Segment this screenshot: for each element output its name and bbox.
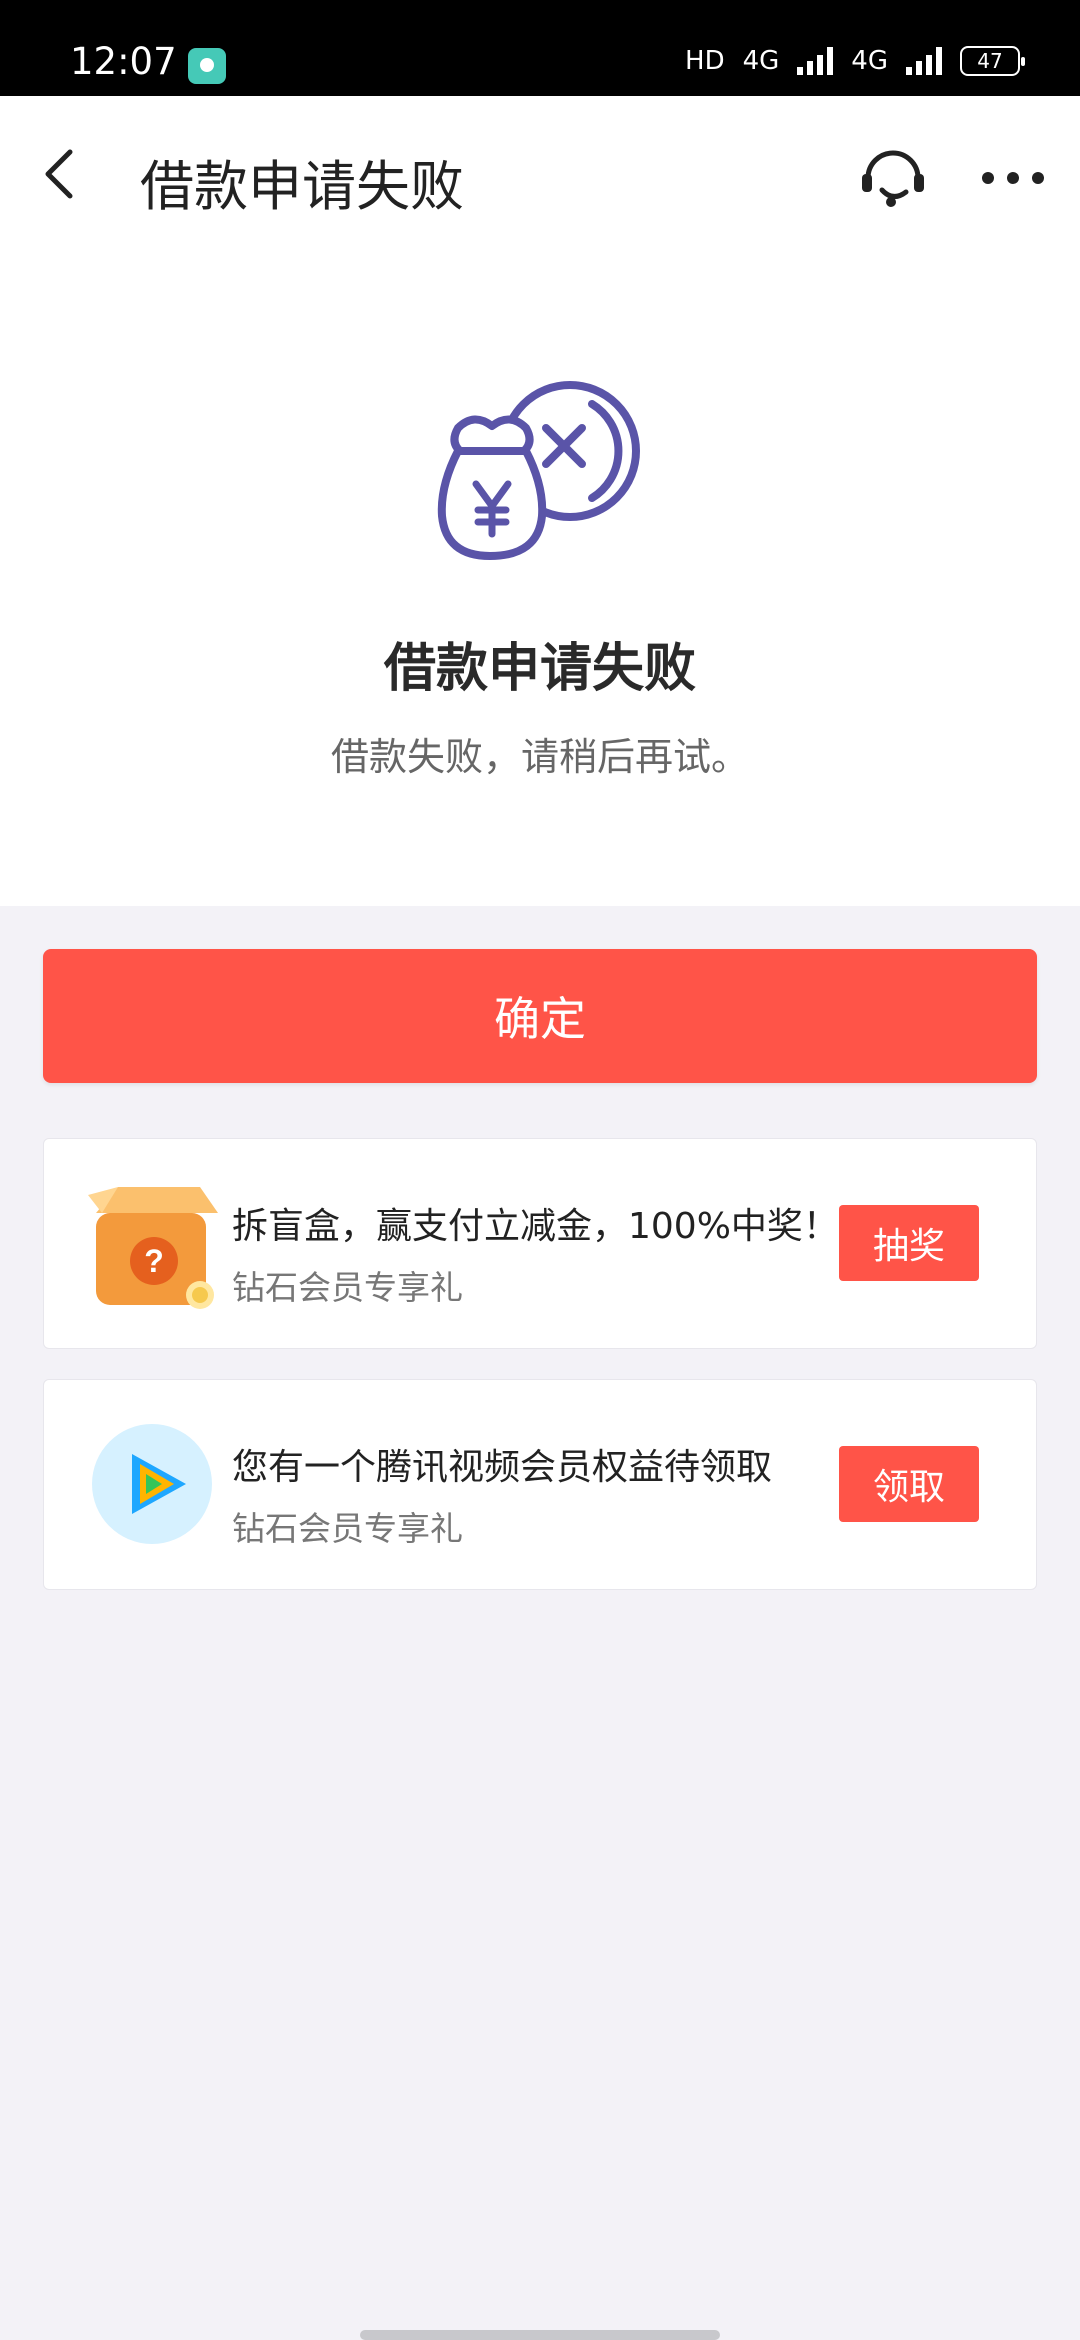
- home-indicator[interactable]: [360, 2330, 720, 2340]
- draw-button[interactable]: 抽奖: [839, 1205, 979, 1281]
- promo-card-blind-box[interactable]: ? 拆盲盒，赢支付立减金，100%中奖！ 钻石会员专享礼 抽奖: [43, 1138, 1037, 1349]
- status-indicators: HD 4G 4G 47: [685, 46, 1025, 76]
- status-time: 12:07: [70, 40, 177, 83]
- status-bar: 12:07 HD 4G 4G 47: [0, 0, 1080, 96]
- result-title: 借款申请失败: [383, 639, 696, 699]
- promo-subtitle: 钻石会员专享礼: [232, 1268, 463, 1307]
- promo-title: 拆盲盒，赢支付立减金，100%中奖！: [232, 1206, 839, 1247]
- promo-title: 您有一个腾讯视频会员权益待领取: [232, 1447, 773, 1488]
- network-4g-label-2: 4G: [851, 46, 888, 76]
- nav-bar: 借款申请失败: [0, 96, 1080, 256]
- battery-level: 47: [977, 49, 1003, 73]
- claim-button[interactable]: 领取: [839, 1446, 979, 1522]
- money-bag-fail-icon: [437, 381, 640, 560]
- network-4g-label-1: 4G: [742, 46, 780, 76]
- back-arrow-icon[interactable]: [34, 144, 94, 204]
- battery-icon: 47: [960, 46, 1025, 76]
- page-title: 借款申请失败: [140, 155, 464, 218]
- hd-indicator: HD: [685, 46, 725, 76]
- signal-icon-2: [906, 47, 942, 75]
- svg-text:?: ?: [144, 1243, 164, 1279]
- signal-icon-1: [797, 47, 834, 75]
- confirm-button[interactable]: 确定: [43, 949, 1037, 1083]
- more-icon[interactable]: [980, 170, 1046, 186]
- promo-card-tencent-video[interactable]: 您有一个腾讯视频会员权益待领取 钻石会员专享礼 领取: [43, 1379, 1037, 1590]
- result-subtitle: 借款失败，请稍后再试。: [330, 735, 749, 779]
- customer-service-icon[interactable]: [858, 144, 928, 210]
- notification-app-icon: [188, 48, 226, 84]
- tencent-video-icon: [92, 1424, 212, 1544]
- blind-box-icon: ?: [88, 1187, 218, 1309]
- result-panel: 借款申请失败 借款失败，请稍后再试。: [0, 256, 1080, 906]
- promo-subtitle: 钻石会员专享礼: [232, 1509, 463, 1548]
